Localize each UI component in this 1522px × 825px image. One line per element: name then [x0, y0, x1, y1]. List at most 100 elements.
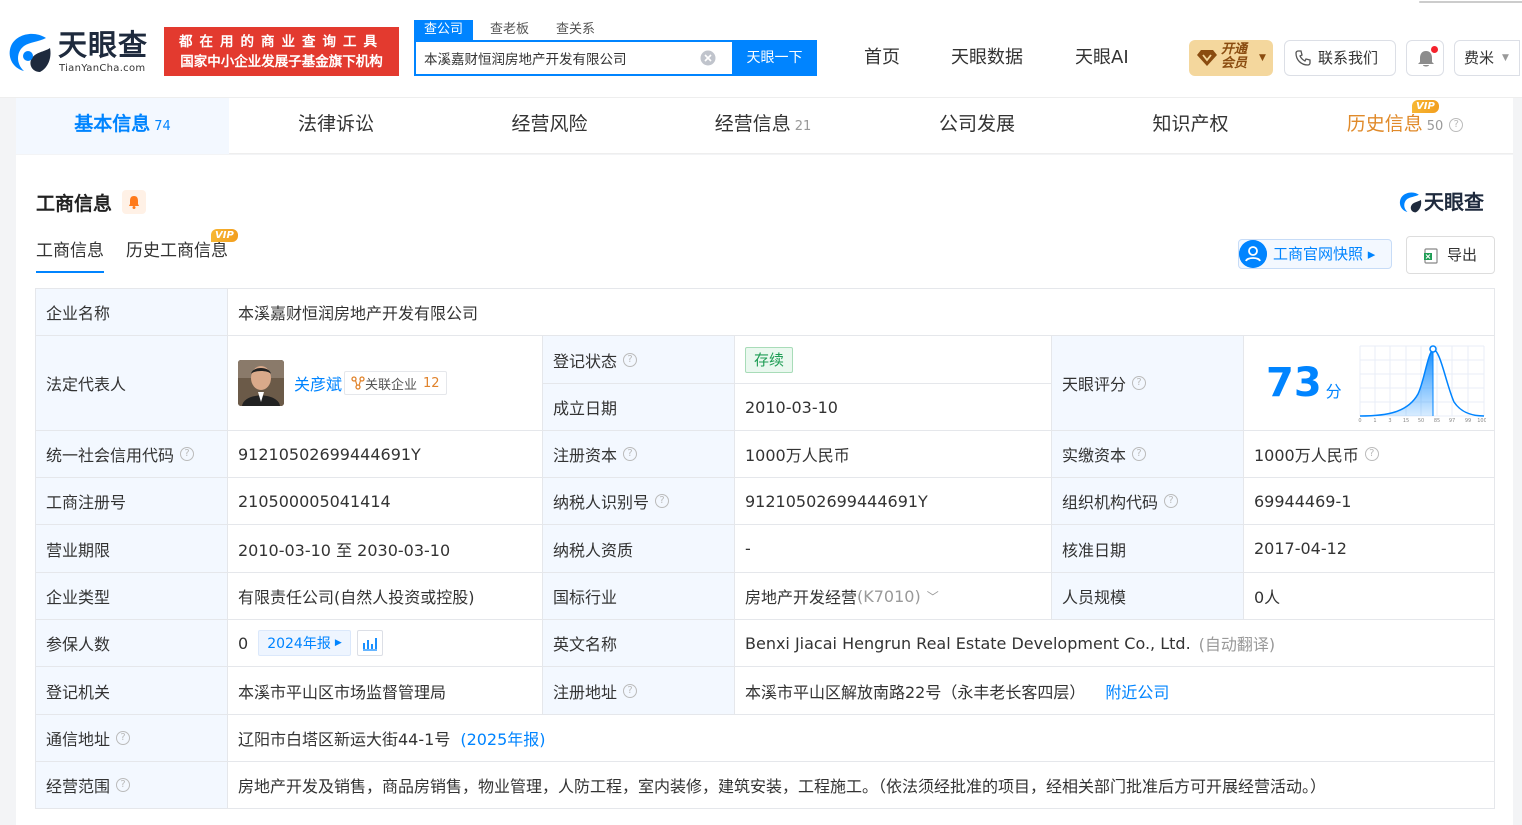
tab-count: 74 — [154, 119, 171, 134]
value-en-name: Benxi Jiacai Hengrun Real Estate Develop… — [745, 633, 1191, 653]
paid-capital-cell: 1000万人民币? — [1244, 431, 1494, 478]
logo-subtext: TianYanCha.com — [59, 63, 146, 74]
vip-open-button[interactable]: 开通会员 ▼ — [1189, 40, 1273, 76]
search-button[interactable]: 天眼一下 — [732, 42, 817, 74]
help-icon[interactable]: ? — [623, 352, 638, 367]
label-reg-capital: 注册资本? — [543, 431, 735, 478]
network-icon — [351, 376, 365, 390]
label-legal-rep: 法定代表人 — [36, 336, 228, 431]
value-org-code: 69944469-1 — [1244, 478, 1494, 525]
tianyancha-logo-icon — [9, 33, 51, 72]
export-label: 导出 — [1447, 246, 1478, 264]
official-snapshot-button[interactable]: 工商官网快照 ▸ — [1238, 239, 1392, 269]
help-icon[interactable]: ? — [116, 731, 131, 745]
label-en-name: 英文名称 — [543, 620, 735, 667]
tab-history[interactable]: 历史信息 50? — [1297, 98, 1513, 154]
search-input[interactable] — [416, 42, 706, 74]
help-icon[interactable]: ? — [180, 447, 195, 461]
label-mail-addr: 通信地址? — [36, 715, 228, 762]
notification-dot — [1431, 46, 1438, 53]
help-icon[interactable]: ? — [623, 683, 638, 698]
horizontal-scrollbar[interactable] — [1418, 0, 1522, 4]
subtab-business-info[interactable]: 工商信息 — [36, 239, 104, 273]
avatar[interactable] — [238, 360, 284, 406]
label-org-code: 组织机构代码? — [1052, 478, 1244, 525]
label-reg-addr: 注册地址? — [543, 667, 735, 715]
label-insured: 参保人数 — [36, 620, 228, 667]
axis-tick: 97 — [1449, 418, 1455, 422]
tab-legal[interactable]: 法律诉讼 — [229, 98, 443, 154]
trend-chart-icon[interactable] — [356, 630, 383, 656]
label-paid-capital: 实缴资本? — [1052, 431, 1244, 478]
export-button[interactable]: 导出 — [1406, 236, 1495, 274]
axis-tick: 100 — [1477, 418, 1486, 422]
label-found-date: 成立日期 — [543, 384, 735, 431]
axis-tick: 85 — [1434, 418, 1440, 422]
help-icon[interactable]: ? — [1364, 447, 1379, 461]
tab-development[interactable]: 公司发展 — [870, 98, 1084, 154]
tab-count: 50 — [1426, 119, 1444, 134]
nav-tianyan-ai[interactable]: 天眼AI — [1075, 46, 1129, 70]
help-icon[interactable]: ? — [1449, 117, 1464, 132]
value-mail-addr: 辽阳市白塔区新运大街44-1号 — [238, 730, 451, 749]
tab-basic-info[interactable]: 基本信息 74 — [16, 98, 229, 154]
help-icon[interactable]: ? — [116, 778, 131, 792]
insured-cell: 0 2024年报 ▶ — [228, 620, 543, 667]
excel-icon — [1424, 248, 1438, 264]
value-industry: 房地产开发经营 — [745, 588, 858, 607]
user-menu-button[interactable]: 费米 ▼ — [1454, 40, 1520, 76]
subtab-history-business-info[interactable]: 历史工商信息 — [126, 239, 228, 271]
help-icon[interactable]: ? — [623, 447, 638, 461]
label-company-type: 企业类型 — [36, 573, 228, 620]
notification-button[interactable] — [1406, 40, 1444, 76]
tab-ip[interactable]: 知识产权 — [1084, 98, 1297, 154]
slogan-banner[interactable]: 都在用的商业查询工具 国家中小企业发展子基金旗下机构 — [164, 27, 399, 76]
value-authority: 本溪市平山区市场监督管理局 — [228, 667, 543, 715]
nearby-companies-link[interactable]: 附近公司 — [1105, 679, 1169, 703]
reg-addr-cell: 本溪市平山区解放南路22号（永丰老长客四层） 附近公司 — [735, 667, 1494, 715]
business-info-panel: 工商信息 天眼查 工商信息 历史工商信息 VIP 工商官网快照 ▸ 导出 企业名… — [16, 155, 1513, 825]
search-tab-boss[interactable]: 查老板 — [490, 20, 529, 40]
business-info-table: 企业名称 本溪嘉财恒润房地产开发有限公司 法定代表人 关彦斌 关联企业 12 登… — [35, 288, 1495, 809]
help-icon[interactable]: ? — [1132, 376, 1147, 390]
search-tab-company[interactable]: 查公司 — [414, 20, 474, 40]
tab-operation[interactable]: 经营信息 21 — [656, 98, 870, 154]
monitor-bell-button[interactable] — [122, 190, 146, 214]
mail-addr-report-link[interactable]: (2025年报) — [460, 726, 545, 750]
annual-report-tag[interactable]: 2024年报 ▶ — [258, 630, 351, 656]
value-biz-term: 2010-03-10 至 2030-03-10 — [228, 525, 543, 573]
legal-rep-link[interactable]: 关彦斌 — [294, 371, 342, 395]
clear-icon[interactable] — [700, 50, 716, 66]
tab-risk[interactable]: 经营风险 — [443, 98, 656, 154]
related-label: 关联企业 — [365, 377, 418, 393]
chevron-down-icon[interactable]: ﹀ — [927, 588, 939, 605]
score-distribution-chart[interactable]: 0 1 3 15 50 85 97 99 100 — [1358, 344, 1486, 422]
value-reg-capital: 1000万人民币 — [735, 431, 1052, 478]
value-reg-addr: 本溪市平山区解放南路22号（永丰老长客四层） — [745, 682, 1086, 702]
banner-line-1: 都在用的商业查询工具 — [179, 34, 384, 50]
label-scope: 经营范围? — [36, 762, 228, 808]
nav-tianyan-data[interactable]: 天眼数据 — [951, 46, 1023, 70]
search-tab-relation[interactable]: 查关系 — [556, 20, 595, 40]
label-biz-term: 营业期限 — [36, 525, 228, 573]
vip-badge: VIP — [211, 229, 238, 242]
help-icon[interactable]: ? — [1132, 447, 1147, 461]
industry-cell[interactable]: 房地产开发经营 (K7010) ﹀ — [735, 573, 1052, 620]
contact-us-button[interactable]: 联系我们 — [1284, 40, 1396, 76]
chevron-down-icon: ▼ — [1259, 53, 1266, 63]
logo[interactable]: 天眼查 TianYanCha.com — [6, 27, 158, 77]
value-company-type: 有限责任公司(自然人投资或控股) — [228, 573, 543, 620]
reg-status-cell: 存续 — [735, 336, 1052, 384]
label-credit-code: 统一社会信用代码? — [36, 431, 228, 478]
tab-label: 历史信息 — [1346, 113, 1423, 135]
value-staff-size: 0人 — [1244, 573, 1494, 620]
related-companies-tag[interactable]: 关联企业 12 — [344, 371, 447, 395]
nav-home[interactable]: 首页 — [864, 46, 900, 70]
help-icon[interactable]: ? — [655, 494, 670, 508]
label-taxpayer-id: 纳税人识别号? — [543, 478, 735, 525]
main-tabs: 基本信息 74 法律诉讼 经营风险 经营信息 21 公司发展 知识产权 历史信息 50… — [16, 98, 1513, 154]
value-taxpayer-id: 91210502699444691Y — [735, 478, 1052, 525]
logo-text: 天眼查 — [58, 28, 149, 62]
help-icon[interactable]: ? — [1164, 494, 1179, 508]
value-approve-date: 2017-04-12 — [1244, 525, 1494, 573]
